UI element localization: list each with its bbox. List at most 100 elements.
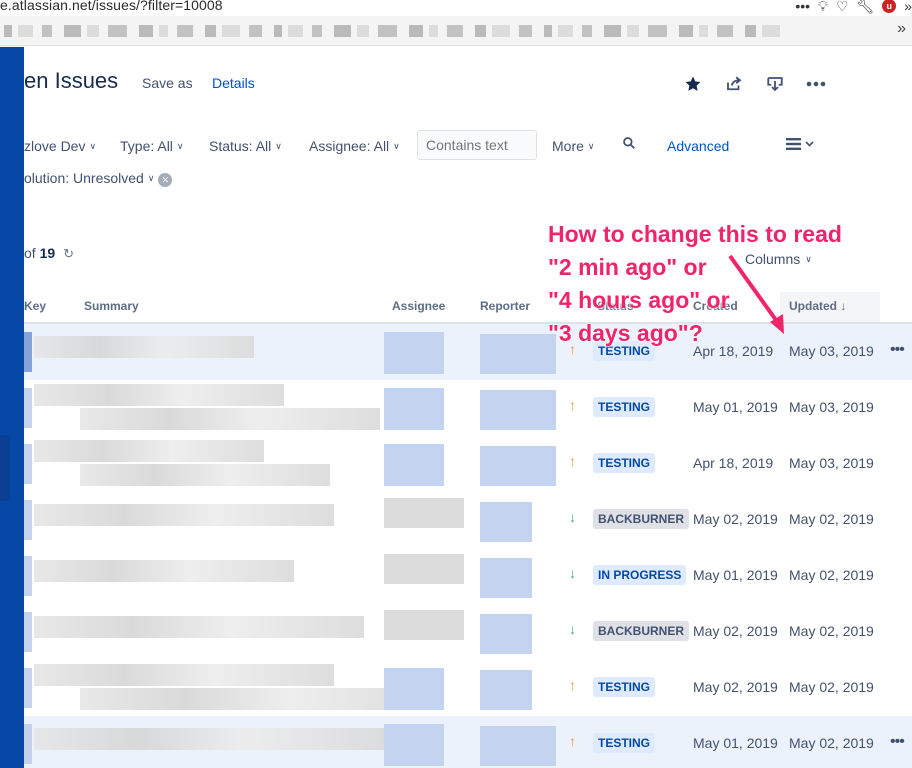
bookmark-item[interactable] <box>64 25 81 37</box>
assignee-redacted[interactable] <box>384 610 464 640</box>
reporter-redacted[interactable] <box>480 558 532 598</box>
bookmark-item[interactable] <box>18 25 33 37</box>
bookmarks-overflow-icon[interactable]: » <box>897 20 906 38</box>
bookmark-item[interactable] <box>699 25 708 37</box>
reporter-redacted[interactable] <box>480 390 556 430</box>
wrench-icon[interactable]: 🔧︎ <box>856 0 874 15</box>
bookmark-item[interactable] <box>108 25 127 37</box>
reporter-redacted[interactable] <box>480 614 532 654</box>
bookmark-item[interactable] <box>582 25 592 37</box>
bookmark-item[interactable] <box>274 25 282 37</box>
advanced-search-link[interactable]: Advanced <box>667 138 729 154</box>
project-filter[interactable]: zlove Dev ∨ <box>24 138 96 154</box>
table-row[interactable]: ↓ IN PROGRESS May 01, 2019 May 02, 2019 <box>24 548 912 604</box>
status-filter[interactable]: Status: All ∨ <box>209 138 282 154</box>
page-actions-icon[interactable]: ••• <box>795 0 810 14</box>
assignee-redacted[interactable] <box>384 724 444 766</box>
assignee-redacted[interactable] <box>384 498 464 528</box>
export-icon[interactable] <box>764 74 786 94</box>
bookmark-item[interactable] <box>87 25 99 37</box>
bookmark-item[interactable] <box>745 25 756 37</box>
bookmark-item[interactable] <box>447 25 463 37</box>
summary-redacted[interactable] <box>80 408 380 430</box>
url-text[interactable]: e.atlassian.net/issues/?filter=10008 <box>0 0 223 13</box>
issue-key-redacted[interactable] <box>24 668 32 708</box>
bookmark-item[interactable] <box>679 25 693 37</box>
bookmark-item[interactable] <box>519 25 532 37</box>
clear-filter-icon[interactable]: ✕ <box>158 173 173 187</box>
type-filter[interactable]: Type: All ∨ <box>120 138 184 154</box>
summary-redacted[interactable] <box>34 728 384 750</box>
assignee-redacted[interactable] <box>384 332 444 374</box>
bookmark-item[interactable] <box>139 25 153 37</box>
assignee-filter[interactable]: Assignee: All ∨ <box>309 138 400 154</box>
reporter-redacted[interactable] <box>480 446 556 486</box>
details-link[interactable]: Details <box>212 75 255 91</box>
col-header-reporter[interactable]: Reporter <box>480 299 530 313</box>
search-icon[interactable] <box>622 136 636 154</box>
bookmark-item[interactable] <box>334 25 351 37</box>
summary-redacted[interactable] <box>34 384 284 406</box>
issue-key-redacted[interactable] <box>24 332 32 372</box>
summary-redacted[interactable] <box>34 336 254 358</box>
issue-key-redacted[interactable] <box>24 612 32 652</box>
bookmark-item[interactable] <box>648 25 667 37</box>
assignee-redacted[interactable] <box>384 554 464 584</box>
bookmark-item[interactable] <box>42 25 52 37</box>
summary-redacted[interactable] <box>34 504 334 526</box>
list-view-icon[interactable] <box>786 137 816 154</box>
bookmark-item[interactable] <box>475 25 486 37</box>
share-icon[interactable] <box>723 74 745 94</box>
bookmark-item[interactable] <box>492 25 510 37</box>
bookmark-item[interactable] <box>222 25 240 37</box>
row-actions-icon[interactable]: ••• <box>890 341 905 359</box>
col-header-summary[interactable]: Summary <box>84 299 139 313</box>
bookmark-item[interactable] <box>4 25 12 37</box>
star-icon[interactable] <box>682 74 704 94</box>
col-header-key[interactable]: Key <box>24 299 46 313</box>
reporter-redacted[interactable] <box>480 670 532 710</box>
bookmark-item[interactable] <box>288 25 303 37</box>
resolution-filter[interactable]: olution: Unresolved ∨ ✕ <box>24 170 173 187</box>
bookmark-item[interactable] <box>429 25 438 37</box>
text-search-input[interactable] <box>417 130 537 160</box>
row-actions-icon[interactable]: ••• <box>890 733 905 751</box>
bookmark-item[interactable] <box>249 25 262 37</box>
summary-redacted[interactable] <box>34 560 294 582</box>
bookmark-item[interactable] <box>177 25 193 37</box>
issue-key-redacted[interactable] <box>24 500 32 540</box>
summary-redacted[interactable] <box>34 440 264 462</box>
col-header-assignee[interactable]: Assignee <box>392 299 445 313</box>
table-row[interactable]: ↑ TESTING May 01, 2019 May 03, 2019 <box>24 380 912 436</box>
bookmark-item[interactable] <box>159 25 168 37</box>
summary-redacted[interactable] <box>34 664 334 686</box>
bookmark-item[interactable] <box>378 25 397 37</box>
overflow-chevron-icon[interactable]: » <box>904 0 912 14</box>
issue-key-redacted[interactable] <box>24 724 32 764</box>
reporter-redacted[interactable] <box>480 502 532 542</box>
table-row[interactable]: ↑ TESTING May 02, 2019 May 02, 2019 <box>24 660 912 716</box>
table-row[interactable]: ↑ TESTING Apr 18, 2019 May 03, 2019 <box>24 436 912 492</box>
bookmark-item[interactable] <box>627 25 639 37</box>
assignee-redacted[interactable] <box>384 668 444 710</box>
bookmark-item[interactable] <box>544 25 552 37</box>
bookmark-item[interactable] <box>604 25 621 37</box>
issue-key-redacted[interactable] <box>24 388 32 428</box>
bookmark-item[interactable] <box>558 25 573 37</box>
bookmark-item[interactable] <box>717 25 733 37</box>
assignee-redacted[interactable] <box>384 444 444 486</box>
refresh-icon[interactable]: ↻ <box>63 246 74 261</box>
pocket-icon[interactable]: ♡ <box>836 0 849 15</box>
issue-key-redacted[interactable] <box>24 556 32 596</box>
reporter-redacted[interactable] <box>480 726 556 766</box>
more-icon[interactable] <box>805 74 827 94</box>
bookmark-item[interactable] <box>205 25 216 37</box>
assignee-redacted[interactable] <box>384 388 444 430</box>
ublock-shield-icon[interactable]: u <box>882 0 897 13</box>
reporter-redacted[interactable] <box>480 334 556 374</box>
save-as-button[interactable]: Save as <box>142 75 193 91</box>
browser-url-bar[interactable]: e.atlassian.net/issues/?filter=10008 •••… <box>0 0 912 16</box>
table-row[interactable]: ↓ BACKBURNER May 02, 2019 May 02, 2019 <box>24 604 912 660</box>
more-filter[interactable]: More ∨ <box>552 138 595 154</box>
bookmark-item[interactable] <box>409 25 423 37</box>
